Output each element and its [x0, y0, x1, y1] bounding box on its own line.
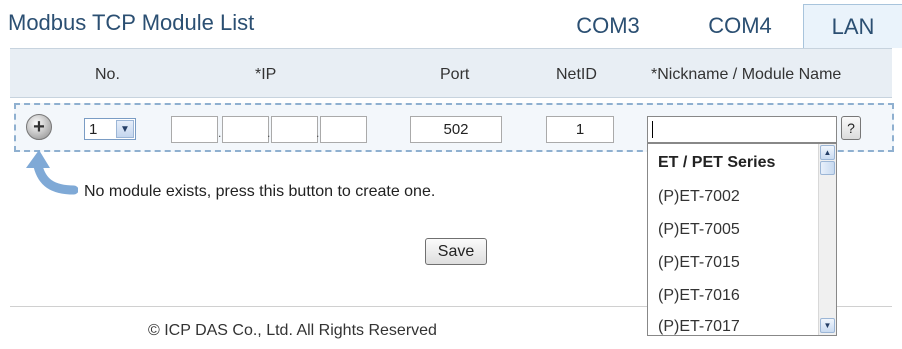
dropdown-option[interactable]: (P)ET-7002 [658, 188, 740, 206]
port-input[interactable]: 502 [410, 116, 502, 143]
nickname-input[interactable] [647, 116, 837, 143]
chevron-down-icon[interactable]: ▼ [116, 120, 134, 138]
no-select-value: 1 [89, 121, 98, 138]
scrollbar-thumb[interactable] [820, 161, 835, 175]
help-button[interactable]: ? [841, 116, 861, 140]
no-select[interactable]: 1 ▼ [84, 118, 136, 140]
column-header-nickname: *Nickname / Module Name [651, 66, 842, 83]
scroll-down-icon[interactable]: ▼ [820, 318, 835, 333]
add-button-label: + [33, 116, 45, 138]
ip-separator: . [218, 126, 222, 140]
ip-field-4[interactable] [320, 116, 367, 143]
ip-separator: . [267, 126, 271, 140]
ip-field-3[interactable] [271, 116, 318, 143]
curved-arrow-icon [26, 150, 78, 195]
dropdown-option[interactable]: (P)ET-7016 [658, 287, 740, 305]
plus-circle-icon[interactable]: + [26, 114, 52, 140]
tab-com4[interactable]: COM4 [690, 4, 790, 48]
ip-separator: . [316, 126, 320, 140]
ip-field-1[interactable] [171, 116, 218, 143]
dropdown-scrollbar[interactable]: ▲ ▼ [818, 144, 836, 335]
text-caret [652, 121, 653, 138]
dropdown-option[interactable]: (P)ET-7015 [658, 254, 740, 272]
footer-copyright: © ICP DAS Co., Ltd. All Rights Reserved [148, 322, 437, 339]
tab-com3[interactable]: COM3 [565, 4, 651, 48]
page-title: Modbus TCP Module List [8, 10, 255, 35]
column-header-no: No. [95, 66, 120, 83]
ip-field-2[interactable] [222, 116, 269, 143]
column-header-ip: *IP [255, 66, 277, 83]
empty-hint: No module exists, press this button to c… [84, 183, 436, 200]
netid-input[interactable]: 1 [546, 116, 614, 143]
column-header-netid: NetID [556, 66, 597, 83]
column-header-port: Port [440, 66, 470, 83]
tab-lan[interactable]: LAN [803, 4, 902, 48]
scroll-up-icon[interactable]: ▲ [820, 145, 835, 160]
dropdown-option[interactable]: (P)ET-7017 [658, 318, 740, 335]
module-name-dropdown[interactable]: ET / PET Series (P)ET-7002 (P)ET-7005 (P… [647, 143, 837, 336]
dropdown-group-header: ET / PET Series [658, 154, 776, 171]
save-button[interactable]: Save [425, 238, 487, 265]
dropdown-option[interactable]: (P)ET-7005 [658, 221, 740, 239]
